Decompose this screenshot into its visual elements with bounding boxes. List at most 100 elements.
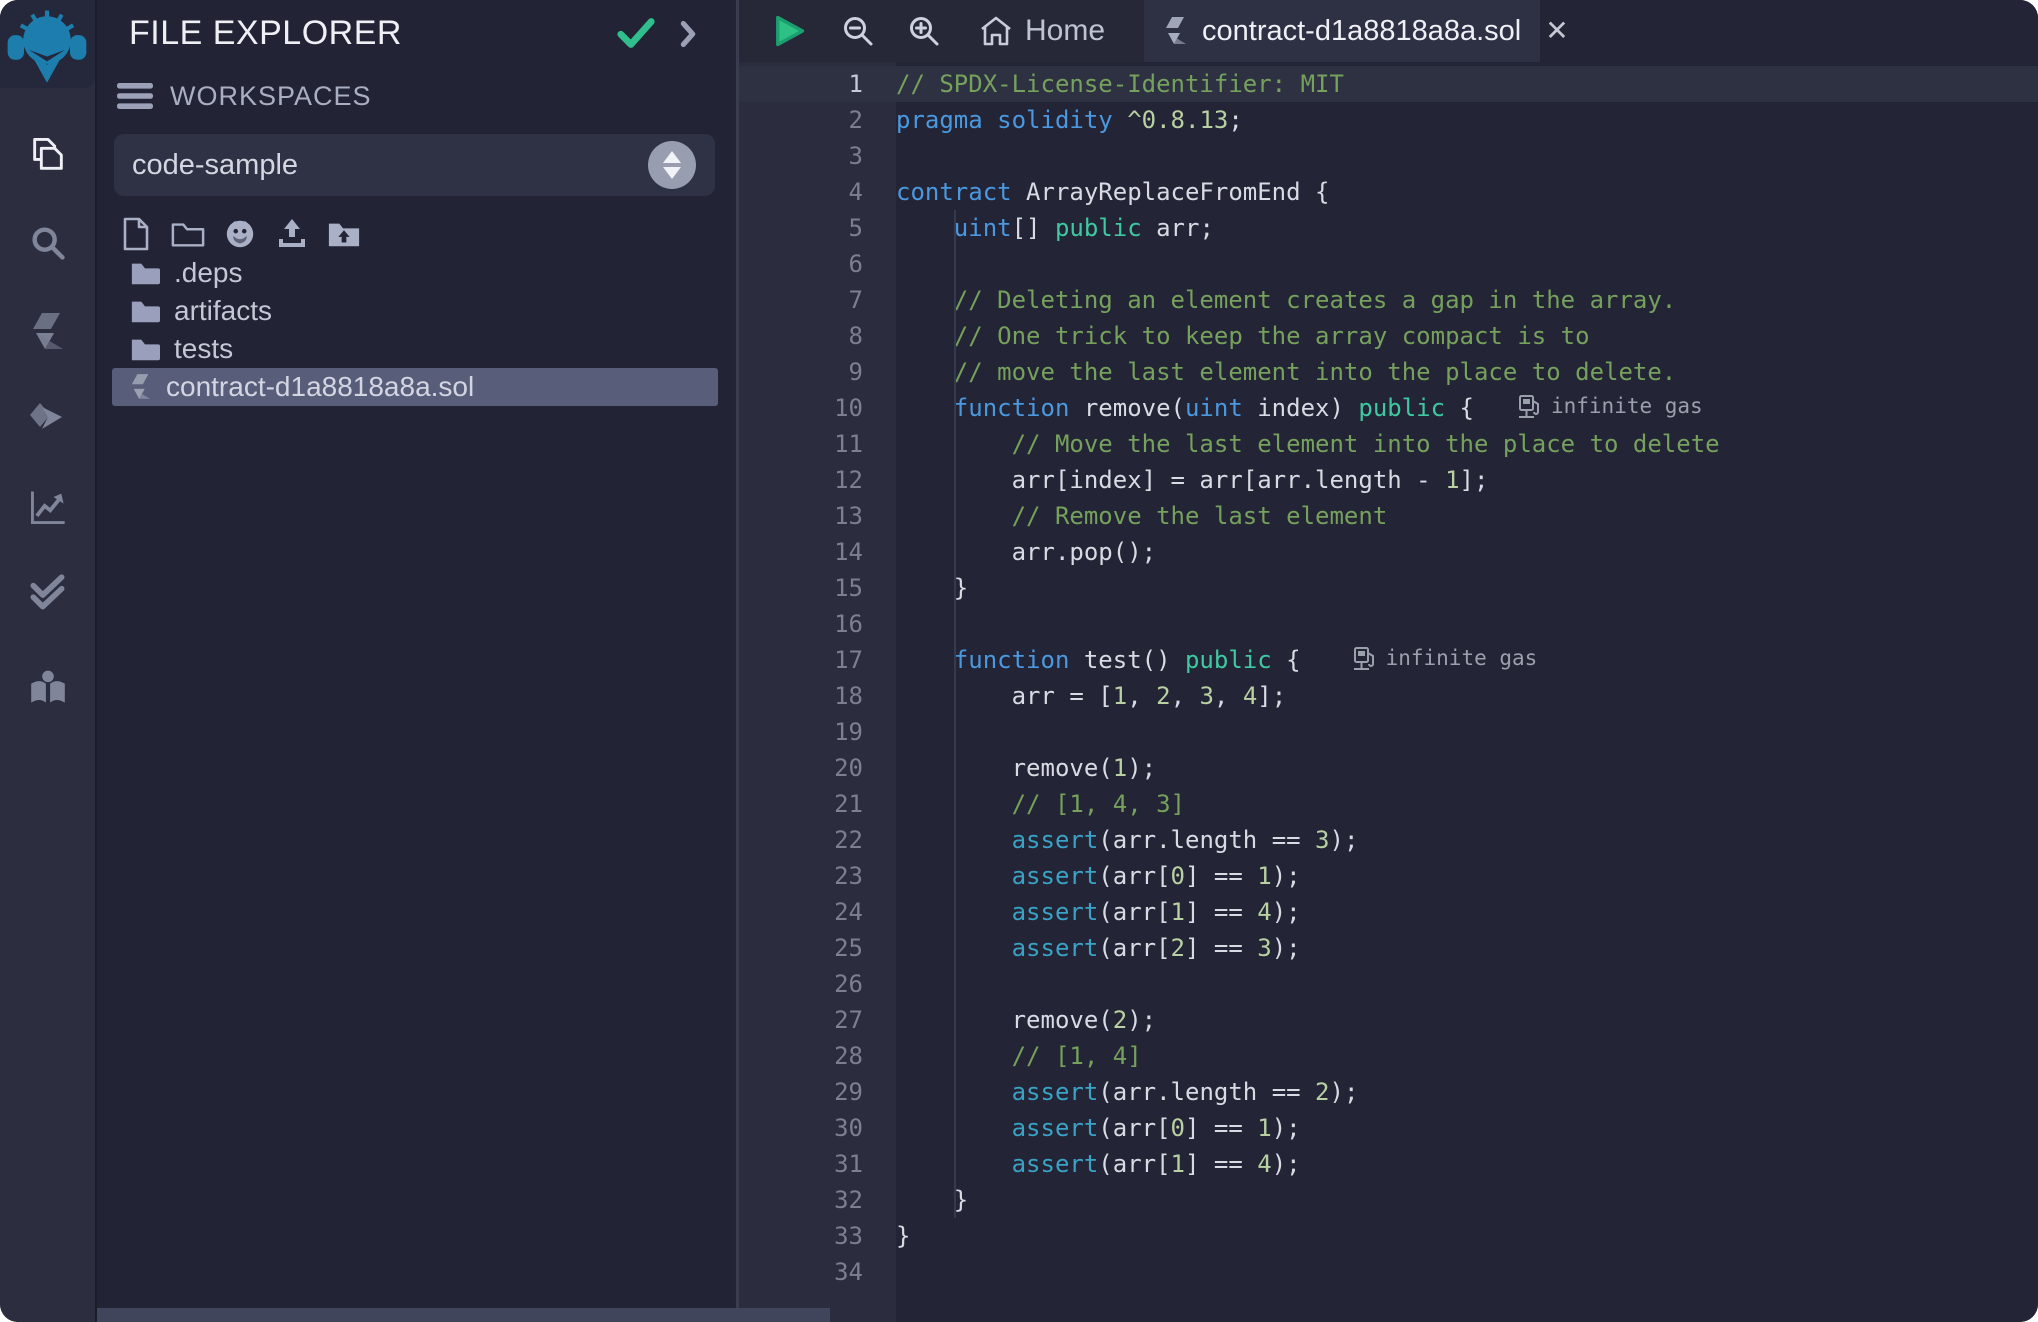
unit-testing-icon[interactable]	[0, 559, 95, 629]
code-lines: 1// SPDX-License-Identifier: MIT2pragma …	[739, 66, 2038, 1290]
code-line: 20 remove(1);	[739, 750, 2038, 786]
tab-home[interactable]: Home	[957, 0, 1115, 62]
line-number[interactable]: 16	[739, 610, 896, 638]
line-number[interactable]: 15	[739, 574, 896, 602]
line-number[interactable]: 26	[739, 970, 896, 998]
workspaces-label: WORKSPACES	[170, 81, 372, 112]
run-script-button[interactable]	[739, 0, 825, 62]
line-number[interactable]: 5	[739, 214, 896, 242]
gas-estimate-label: infinite gas	[1551, 394, 1703, 418]
code-text: assert(arr.length == 2);	[896, 1078, 1358, 1106]
line-number[interactable]: 27	[739, 1006, 896, 1034]
line-number[interactable]: 2	[739, 106, 896, 134]
zoom-in-icon[interactable]	[891, 0, 957, 62]
line-number[interactable]: 14	[739, 538, 896, 566]
line-number[interactable]: 9	[739, 358, 896, 386]
line-number[interactable]: 20	[739, 754, 896, 782]
tab-home-label: Home	[1025, 14, 1105, 48]
search-icon[interactable]	[0, 208, 95, 278]
deploy-run-icon[interactable]	[0, 384, 95, 454]
new-folder-icon[interactable]	[171, 216, 205, 252]
indent-guide	[954, 210, 956, 1218]
workspace-select-toggle-icon[interactable]	[647, 140, 697, 190]
tab-contract-file[interactable]: contract-d1a8818a8a.sol ✕	[1144, 0, 1540, 62]
solidity-compiler-icon[interactable]	[0, 296, 95, 366]
analytics-icon[interactable]	[0, 472, 95, 542]
line-number[interactable]: 33	[739, 1222, 896, 1250]
tree-item-contract-d1a8818a8a-sol[interactable]: contract-d1a8818a8a.sol	[112, 368, 718, 406]
line-number[interactable]: 4	[739, 178, 896, 206]
line-number[interactable]: 18	[739, 682, 896, 710]
line-number[interactable]: 19	[739, 718, 896, 746]
line-number[interactable]: 12	[739, 466, 896, 494]
line-number[interactable]: 22	[739, 826, 896, 854]
file-explorer-icon[interactable]	[0, 120, 95, 190]
code-line: 10 function remove(uint index) public { …	[739, 390, 2038, 426]
code-text: remove(2);	[896, 1006, 1156, 1034]
code-line: 3	[739, 138, 2038, 174]
line-number[interactable]: 7	[739, 286, 896, 314]
accept-check-icon[interactable]	[617, 16, 655, 50]
code-text: assert(arr[2] == 3);	[896, 934, 1301, 962]
code-line: 30 assert(arr[0] == 1);	[739, 1110, 2038, 1146]
upload-folder-icon[interactable]	[327, 216, 361, 252]
line-number[interactable]: 28	[739, 1042, 896, 1070]
line-number[interactable]: 30	[739, 1114, 896, 1142]
line-number[interactable]: 32	[739, 1186, 896, 1214]
line-number[interactable]: 3	[739, 142, 896, 170]
new-file-icon[interactable]	[119, 216, 153, 252]
gas-estimate: infinite gas	[1518, 393, 1703, 420]
panel-title: FILE EXPLORER	[129, 14, 402, 53]
line-number[interactable]: 10	[739, 394, 896, 422]
chevron-right-icon[interactable]	[675, 20, 701, 48]
line-number[interactable]: 8	[739, 322, 896, 350]
code-editor[interactable]: 1// SPDX-License-Identifier: MIT2pragma …	[739, 62, 2038, 1322]
upload-file-icon[interactable]	[275, 216, 309, 252]
remix-logo[interactable]	[0, 0, 95, 88]
gas-estimate: infinite gas	[1353, 645, 1538, 672]
code-line: 9 // move the last element into the plac…	[739, 354, 2038, 390]
line-number[interactable]: 24	[739, 898, 896, 926]
tree-item--deps[interactable]: .deps	[112, 254, 718, 292]
code-text: // [1, 4]	[896, 1042, 1142, 1070]
workspace-select[interactable]: code-sample	[114, 134, 715, 196]
code-text: // One trick to keep the array compact i…	[896, 322, 1590, 350]
zoom-out-icon[interactable]	[825, 0, 891, 62]
code-line: 7 // Deleting an element creates a gap i…	[739, 282, 2038, 318]
line-number[interactable]: 1	[739, 70, 896, 98]
panel-scrollbar[interactable]	[97, 1308, 830, 1322]
code-text: assert(arr[0] == 1);	[896, 862, 1301, 890]
code-line: 34	[739, 1254, 2038, 1290]
line-number[interactable]: 13	[739, 502, 896, 530]
learneth-icon[interactable]	[0, 654, 95, 724]
folder-icon	[130, 260, 160, 286]
line-number[interactable]: 11	[739, 430, 896, 458]
github-icon[interactable]	[223, 216, 257, 252]
code-line: 8 // One trick to keep the array compact…	[739, 318, 2038, 354]
code-text: // [1, 4, 3]	[896, 790, 1185, 818]
line-number[interactable]: 25	[739, 934, 896, 962]
tree-item-artifacts[interactable]: artifacts	[112, 292, 718, 330]
tree-item-label: contract-d1a8818a8a.sol	[166, 371, 474, 403]
code-text: // Deleting an element creates a gap in …	[896, 286, 1676, 314]
line-number[interactable]: 17	[739, 646, 896, 674]
code-line: 12 arr[index] = arr[arr.length - 1];	[739, 462, 2038, 498]
solidity-icon	[1164, 16, 1188, 46]
code-line: 27 remove(2);	[739, 1002, 2038, 1038]
line-number[interactable]: 31	[739, 1150, 896, 1178]
code-text: // SPDX-License-Identifier: MIT	[896, 70, 1344, 98]
line-number[interactable]: 23	[739, 862, 896, 890]
file-toolbar	[119, 216, 361, 252]
tab-close-icon[interactable]: ✕	[1545, 17, 1568, 45]
code-line: 15 }	[739, 570, 2038, 606]
tree-item-tests[interactable]: tests	[112, 330, 718, 368]
line-number[interactable]: 6	[739, 250, 896, 278]
line-number[interactable]: 29	[739, 1078, 896, 1106]
code-text: assert(arr[1] == 4);	[896, 1150, 1301, 1178]
line-number[interactable]: 21	[739, 790, 896, 818]
code-text: // move the last element into the place …	[896, 358, 1676, 386]
home-icon	[979, 15, 1013, 47]
code-text: contract ArrayReplaceFromEnd {	[896, 178, 1329, 206]
line-number[interactable]: 34	[739, 1258, 896, 1286]
workspaces-menu-icon[interactable]	[116, 80, 154, 112]
